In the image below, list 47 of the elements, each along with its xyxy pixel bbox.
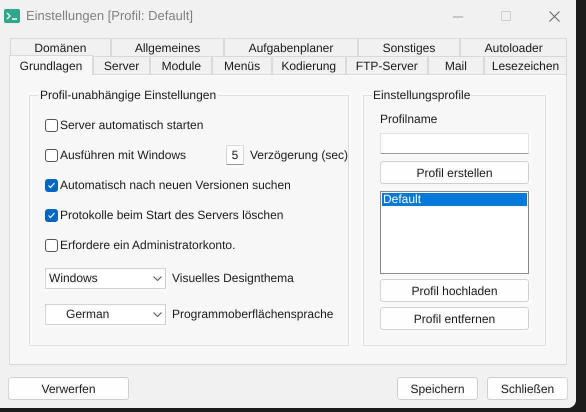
tab[interactable]: Domänen [10, 38, 111, 56]
option-label: Automatisch nach neuen Versionen suchen [60, 177, 291, 194]
tab[interactable]: Mail [428, 56, 484, 74]
profile-button[interactable]: Profil hochladen [380, 279, 529, 302]
tab[interactable]: FTP-Server [346, 56, 428, 74]
check-icon [47, 180, 56, 190]
tab[interactable]: Autoloader [460, 38, 567, 56]
tab[interactable]: Allgemeines [110, 38, 224, 56]
checkbox[interactable] [45, 238, 58, 252]
group-title: Einstellungsprofile [372, 88, 472, 102]
profile-button[interactable]: Profil entfernen [380, 307, 529, 330]
tab[interactable]: Kodierung [272, 56, 346, 74]
option-label: Ausführen mit Windows [60, 147, 186, 164]
discard-button[interactable]: Verwerfen [8, 377, 129, 400]
tab[interactable]: Grundlagen [9, 55, 93, 75]
window-title: Einstellungen [Profil: Default] [26, 7, 193, 26]
group-title: Profil-unabhängige Einstellungen [38, 88, 218, 102]
tab[interactable]: Menüs [212, 56, 272, 74]
dropdown-label: Programmoberflächensprache [172, 306, 334, 323]
delay-field[interactable]: 5 [226, 145, 244, 165]
create-profile-button[interactable]: Profil erstellen [380, 161, 529, 184]
dropdown-label: Visuelles Designthema [172, 270, 294, 287]
tab[interactable]: Server [92, 56, 150, 74]
dropdown[interactable]: German [45, 304, 166, 324]
terminal-icon [4, 9, 20, 23]
checkbox[interactable] [45, 208, 58, 222]
check-icon [47, 210, 56, 220]
option-label: Protokolle beim Start des Servers löschen [60, 207, 284, 224]
dropdown[interactable]: Windows [45, 268, 166, 288]
tab[interactable]: Module [150, 56, 212, 74]
checkbox[interactable] [45, 118, 58, 132]
tab[interactable]: Aufgabenplaner [224, 38, 358, 56]
delay-label: Verzögerung (sec) [250, 147, 348, 164]
chevron-down-icon [153, 312, 162, 316]
tab[interactable]: Sonstiges [358, 38, 460, 56]
checkbox[interactable] [45, 178, 58, 192]
chevron-down-icon [153, 276, 162, 280]
checkbox[interactable] [45, 148, 58, 162]
footer-button[interactable]: Speichern [397, 377, 478, 400]
field-label: Profilname [380, 111, 438, 128]
profile-name-field[interactable] [380, 133, 529, 154]
option-label: Erfordere ein Administratorkonto. [60, 237, 236, 254]
tab[interactable]: Lesezeichen [484, 56, 567, 74]
close-icon[interactable] [549, 10, 560, 22]
footer-button[interactable]: Schließen [487, 377, 568, 400]
option-label: Server automatisch starten [60, 117, 204, 134]
list-item[interactable]: Default [382, 193, 527, 206]
